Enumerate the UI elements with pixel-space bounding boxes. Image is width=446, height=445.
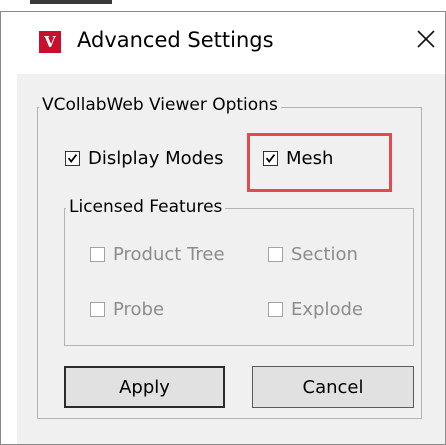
probe-checkbox[interactable]: Probe bbox=[90, 299, 164, 320]
probe-checkbox-box[interactable] bbox=[90, 302, 105, 317]
title-bar[interactable]: V Advanced Settings bbox=[17, 12, 445, 74]
viewer-options-legend: VCollabWeb Viewer Options bbox=[39, 95, 281, 115]
display-modes-checkbox[interactable]: Dislplay Modes bbox=[65, 148, 224, 169]
product-tree-label: Product Tree bbox=[113, 244, 225, 265]
cancel-button[interactable]: Cancel bbox=[252, 366, 414, 408]
mesh-checkbox-box[interactable] bbox=[263, 151, 278, 166]
dialog-title: Advanced Settings bbox=[77, 28, 274, 52]
advanced-settings-dialog: V Advanced Settings VCollabWeb Viewer Op… bbox=[0, 11, 446, 445]
section-checkbox-box[interactable] bbox=[268, 247, 283, 262]
checkmark-icon bbox=[67, 154, 78, 163]
display-modes-checkbox-box[interactable] bbox=[65, 151, 80, 166]
licensed-features-group bbox=[64, 208, 414, 346]
explode-checkbox-box[interactable] bbox=[268, 302, 283, 317]
product-tree-checkbox-box[interactable] bbox=[90, 247, 105, 262]
apply-button[interactable]: Apply bbox=[64, 366, 225, 408]
dialog-client-area: VCollabWeb Viewer Options Dislplay Modes… bbox=[17, 74, 445, 444]
section-label: Section bbox=[291, 244, 358, 265]
background-strip bbox=[0, 0, 446, 11]
app-logo-icon: V bbox=[39, 31, 61, 53]
display-modes-label: Dislplay Modes bbox=[88, 148, 224, 169]
explode-checkbox[interactable]: Explode bbox=[268, 299, 363, 320]
section-checkbox[interactable]: Section bbox=[268, 244, 358, 265]
explode-label: Explode bbox=[291, 299, 363, 320]
window-left-edge bbox=[1, 12, 17, 444]
licensed-features-legend: Licensed Features bbox=[66, 197, 226, 217]
product-tree-checkbox[interactable]: Product Tree bbox=[90, 244, 225, 265]
background-fragment bbox=[30, 0, 112, 4]
close-icon bbox=[417, 30, 435, 48]
mesh-label: Mesh bbox=[286, 148, 334, 169]
mesh-checkbox[interactable]: Mesh bbox=[263, 148, 333, 169]
checkmark-icon bbox=[265, 154, 276, 163]
close-button[interactable] bbox=[409, 22, 443, 56]
probe-label: Probe bbox=[113, 299, 165, 320]
